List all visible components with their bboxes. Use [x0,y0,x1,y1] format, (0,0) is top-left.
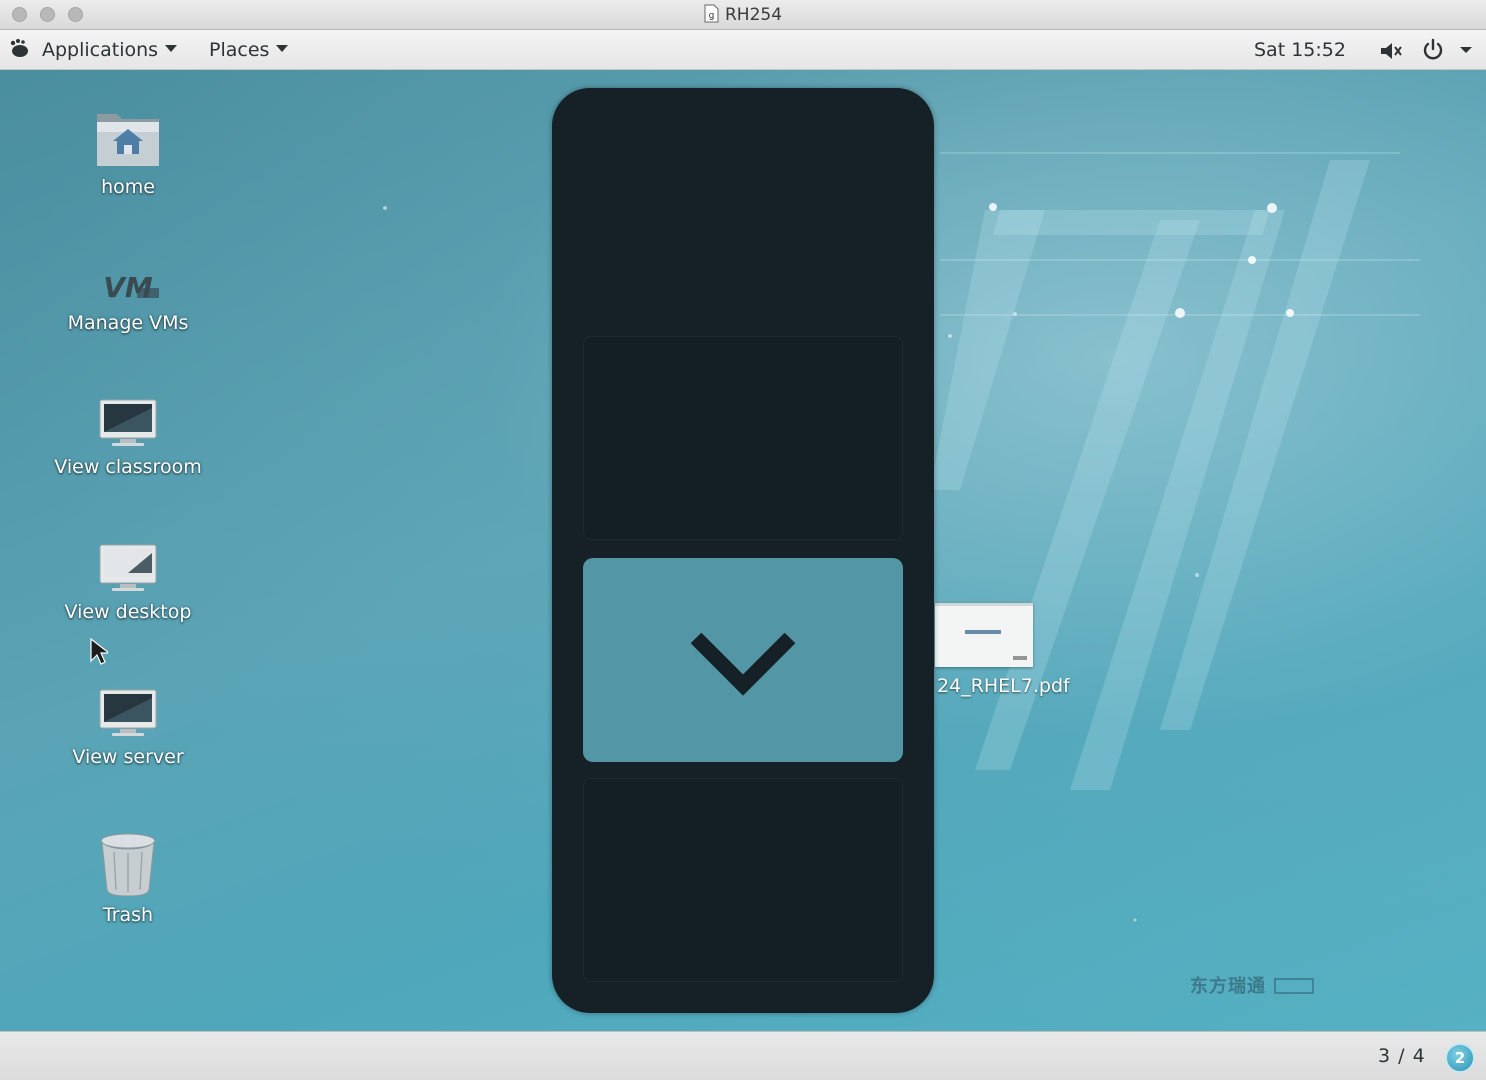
desktop-icon-home[interactable]: home [33,108,223,198]
watermark: 东方瑞通 [1190,972,1314,998]
places-menu-label: Places [209,39,270,61]
desktop-icon-trash[interactable]: Trash [33,832,223,926]
document-icon: ǥ [704,4,719,23]
workspace-switcher [552,88,934,1013]
pdf-thumbnail-logo [1013,656,1027,660]
window-title: ǥ RH254 [0,4,1486,25]
screen: ǥ RH254 Applications Places Sat 15:52 ho… [0,0,1486,1080]
watermark-logo [1274,978,1314,994]
mouse-pointer-icon [90,638,108,665]
monitor-icon [99,689,157,736]
trash-icon [100,833,156,896]
home-folder-icon [97,114,159,166]
power-icon[interactable] [1421,38,1445,62]
desktop-file-label[interactable]: 24_RHEL7.pdf [937,675,1070,697]
speaker-icon[interactable] [1379,40,1405,62]
desktop-icon-label: View desktop [64,601,192,623]
vm-logo-icon: VM [103,271,159,304]
notification-badge[interactable]: 2 [1445,1043,1475,1073]
desktop-icon-label: Manage VMs [67,312,189,334]
watermark-text: 东方瑞通 [1190,976,1266,997]
gnome-foot-icon[interactable] [8,38,30,60]
workspace-indicator[interactable]: 3 / 4 [1378,1045,1426,1067]
system-menu-chevron-down-icon[interactable] [1459,45,1473,55]
workspace-2[interactable] [583,336,903,540]
caret-down-icon [276,45,289,52]
applications-menu-label: Applications [42,39,159,61]
bottom-panel: 3 / 4 2 [0,1031,1486,1080]
desktop-icon-view-desktop[interactable]: View desktop [33,543,223,623]
desktop-icon-label: View server [72,746,184,768]
svg-text:ǥ: ǥ [709,11,715,21]
workspace-1[interactable] [583,116,903,320]
clock-text: Sat 15:52 [1254,39,1346,61]
monitor-icon [99,399,157,446]
desktop-icon-label: home [101,176,155,198]
chevron-down-icon [690,632,796,696]
window-title-text: RH254 [724,5,783,25]
places-menu[interactable]: Places [209,39,289,61]
pdf-thumbnail-icon[interactable] [935,603,1033,667]
desktop-icon-manage-vms[interactable]: VM Manage VMs [33,270,223,334]
desktop-icon-view-server[interactable]: View server [33,688,223,768]
pdf-thumbnail-heading [965,630,1001,634]
desktop-icon-view-classroom[interactable]: View classroom [33,398,223,478]
workspace-4[interactable] [583,778,903,982]
workspace-3-active[interactable] [583,558,903,762]
svg-text:VM: VM [103,271,153,304]
applications-menu[interactable]: Applications [42,39,178,61]
window-titlebar: ǥ RH254 [0,0,1486,30]
desktop-icon-label: Trash [102,904,154,926]
monitor-icon [99,544,157,591]
top-panel: Applications Places Sat 15:52 [0,30,1486,70]
clock[interactable]: Sat 15:52 [1254,39,1346,61]
caret-down-icon [165,45,178,52]
desktop-icon-label: View classroom [54,456,202,478]
